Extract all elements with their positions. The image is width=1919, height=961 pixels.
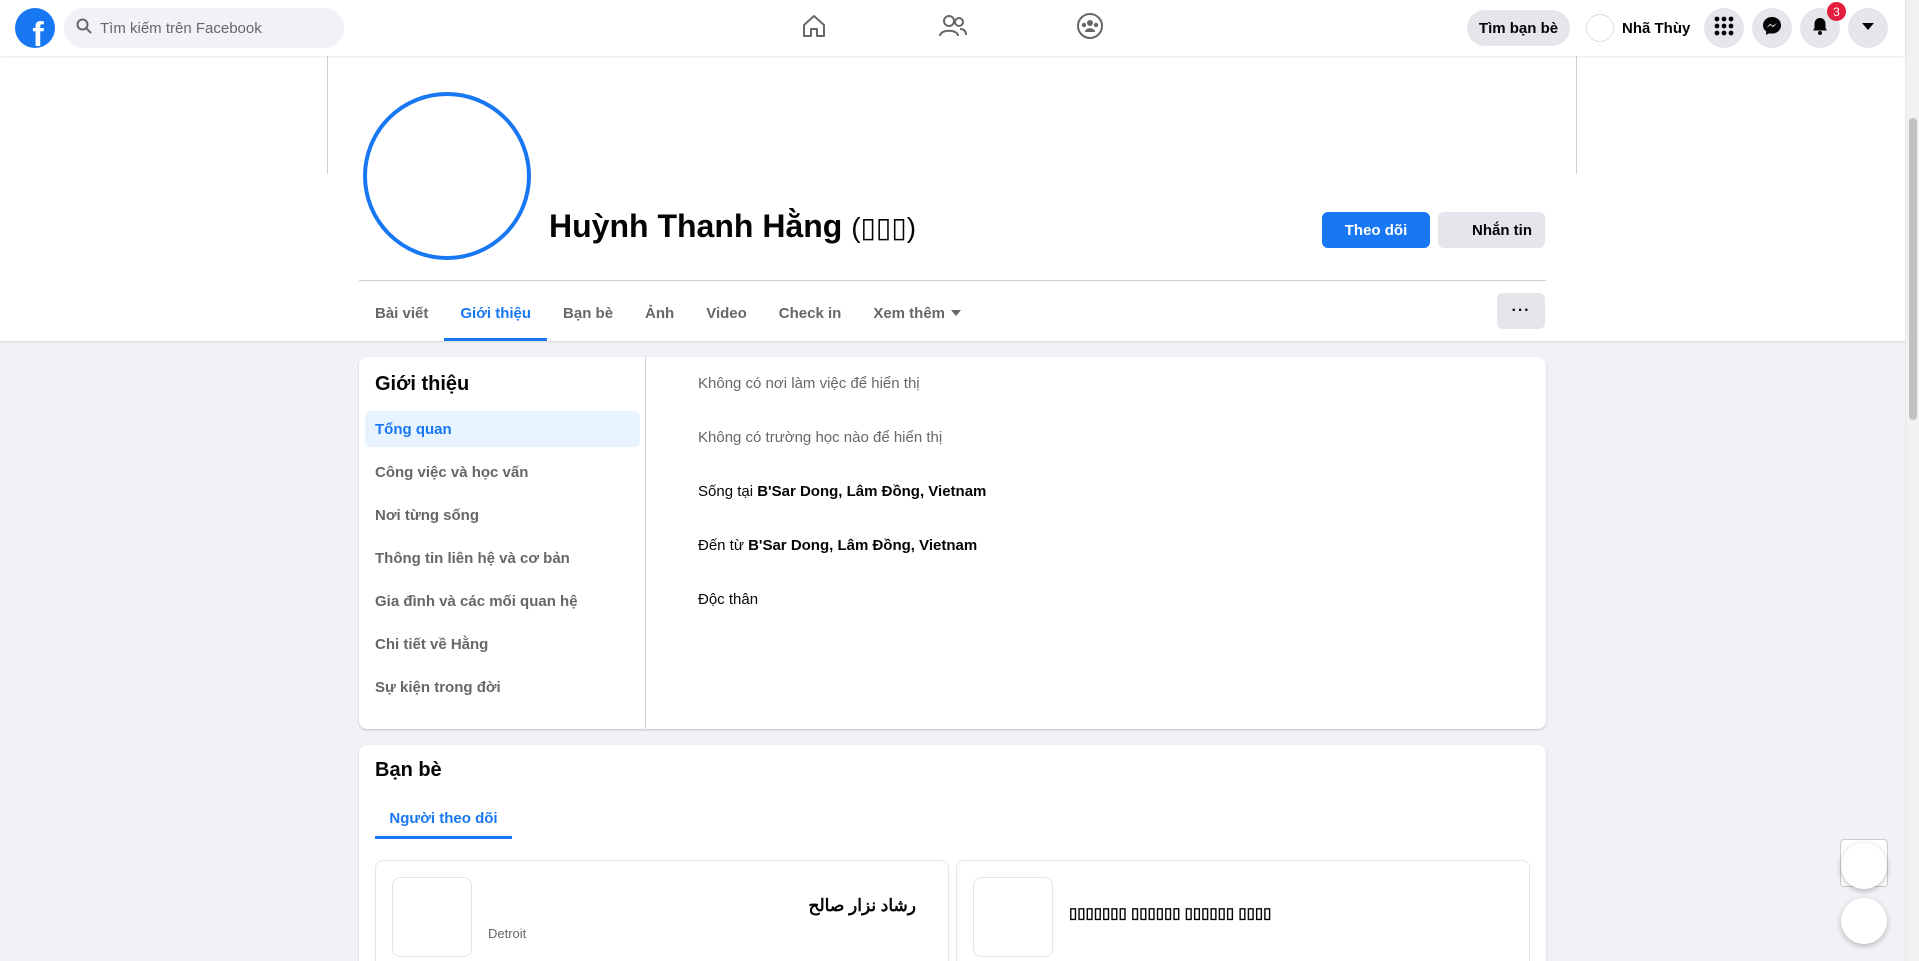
scrollbar-thumb[interactable] bbox=[1909, 118, 1917, 420]
from: Đến từ B'Sar Dong, Lâm Đồng, Vietnam bbox=[698, 537, 977, 554]
friend-avatar[interactable] bbox=[392, 877, 472, 957]
no-work-text: Không có nơi làm việc để hiển thị bbox=[698, 375, 920, 392]
grid-menu-icon bbox=[1714, 16, 1734, 41]
cover-border-right bbox=[1576, 56, 1577, 174]
menu-grid-button[interactable] bbox=[1704, 8, 1744, 48]
friend-location: Detroit bbox=[488, 926, 527, 941]
no-school-text: Không có trường học nào để hiển thị bbox=[698, 429, 943, 446]
about-item-details[interactable]: Chi tiết về Hằng bbox=[365, 626, 640, 662]
about-item-overview[interactable]: Tổng quan bbox=[365, 411, 640, 447]
about-item-work-education[interactable]: Công việc và học vấn bbox=[365, 454, 640, 490]
profile-name-text: Huỳnh Thanh Hằng bbox=[549, 208, 843, 244]
list-item[interactable]: ▯▯▯▯▯▯▯ ▯▯▯▯▯▯ ▯▯▯▯▯▯ ▯▯▯▯ bbox=[956, 860, 1530, 961]
caret-down-icon bbox=[1861, 19, 1875, 37]
follow-button[interactable]: Theo dõi bbox=[1322, 212, 1430, 248]
bell-icon bbox=[1810, 16, 1830, 41]
about-menu: Tổng quan Công việc và học vấn Nơi từng … bbox=[365, 411, 640, 712]
find-friends-button[interactable]: Tìm bạn bè bbox=[1467, 10, 1570, 46]
top-navbar: f Tìm bạn bè Nhã Thùy bbox=[0, 0, 1905, 56]
profile-picture[interactable] bbox=[363, 92, 531, 260]
friend-name[interactable]: رشاد نزار صالح bbox=[809, 896, 916, 916]
friends-icon bbox=[938, 12, 968, 45]
home-icon bbox=[800, 12, 828, 45]
about-item-family-relationships[interactable]: Gia đình và các mối quan hệ bbox=[365, 583, 640, 619]
friend-name[interactable]: ▯▯▯▯▯▯▯ ▯▯▯▯▯▯ ▯▯▯▯▯▯ ▯▯▯▯ bbox=[1069, 904, 1271, 922]
from-prefix: Đến từ bbox=[698, 537, 749, 554]
lives-in-place[interactable]: B'Sar Dong, Lâm Đồng, Vietnam bbox=[757, 483, 986, 500]
new-message-button[interactable] bbox=[1841, 898, 1887, 944]
header-divider bbox=[359, 280, 1546, 281]
friends-card: Bạn bè Người theo dõi رشاد نزار صالح Det… bbox=[359, 745, 1546, 961]
tab-checkins[interactable]: Check in bbox=[763, 285, 858, 341]
messenger-button[interactable] bbox=[1752, 8, 1792, 48]
tab-friends[interactable]: Bạn bè bbox=[547, 285, 629, 341]
about-item-life-events[interactable]: Sự kiện trong đời bbox=[365, 669, 640, 705]
more-options-button[interactable]: ··· bbox=[1497, 293, 1545, 329]
list-item[interactable]: رشاد نزار صالح Detroit bbox=[375, 860, 949, 961]
scrollbar[interactable] bbox=[1905, 0, 1919, 961]
tab-followers[interactable]: Người theo dõi bbox=[375, 797, 512, 839]
user-name: Nhã Thùy bbox=[1622, 19, 1691, 37]
account-menu-button[interactable] bbox=[1848, 8, 1888, 48]
profile-alt-name: (▯▯▯) bbox=[851, 212, 917, 243]
cover-border-left bbox=[327, 56, 328, 174]
friend-avatar[interactable] bbox=[973, 877, 1053, 957]
tab-posts[interactable]: Bài viết bbox=[359, 285, 444, 341]
messenger-icon bbox=[1762, 16, 1782, 41]
tab-more[interactable]: Xem thêm bbox=[857, 285, 977, 341]
search-input[interactable] bbox=[100, 19, 320, 37]
nav-home[interactable] bbox=[759, 0, 869, 56]
profile-name: Huỳnh Thanh Hằng (▯▯▯) bbox=[549, 208, 916, 245]
message-button[interactable]: Nhắn tin bbox=[1438, 212, 1545, 248]
profile-tabs: Bài viết Giới thiệu Bạn bè Ảnh Video Che… bbox=[359, 285, 977, 341]
facebook-logo[interactable]: f bbox=[15, 8, 55, 48]
nav-groups[interactable] bbox=[1035, 0, 1145, 56]
search-box[interactable] bbox=[64, 8, 344, 48]
tab-videos[interactable]: Video bbox=[690, 285, 763, 341]
nav-friends[interactable] bbox=[898, 0, 1008, 56]
about-item-contact-basic[interactable]: Thông tin liên hệ và cơ bản bbox=[365, 540, 640, 576]
friends-title: Bạn bè bbox=[375, 759, 442, 781]
avatar bbox=[1586, 14, 1614, 42]
about-item-places-lived[interactable]: Nơi từng sống bbox=[365, 497, 640, 533]
profile-shortcut[interactable]: Nhã Thùy bbox=[1580, 10, 1696, 46]
caret-down-icon bbox=[951, 310, 962, 316]
groups-icon bbox=[1075, 11, 1105, 46]
notification-badge: 3 bbox=[1827, 2, 1846, 21]
notifications-button[interactable]: 3 bbox=[1800, 2, 1846, 48]
about-card: Giới thiệu Tổng quan Công việc và học vấ… bbox=[359, 357, 1546, 729]
relationship-status: Độc thân bbox=[698, 591, 759, 608]
floating-contact-button[interactable] bbox=[1841, 843, 1887, 889]
lives-in: Sống tại B'Sar Dong, Lâm Đồng, Vietnam bbox=[698, 483, 986, 500]
tab-about[interactable]: Giới thiệu bbox=[444, 285, 547, 341]
about-sidebar: Giới thiệu Tổng quan Công việc và học vấ… bbox=[359, 357, 646, 729]
search-icon bbox=[76, 18, 92, 39]
about-title: Giới thiệu bbox=[375, 373, 470, 395]
from-place[interactable]: B'Sar Dong, Lâm Đồng, Vietnam bbox=[748, 537, 977, 554]
tab-photos[interactable]: Ảnh bbox=[629, 285, 690, 341]
lives-in-prefix: Sống tại bbox=[698, 483, 758, 500]
tab-more-label: Xem thêm bbox=[873, 304, 946, 322]
